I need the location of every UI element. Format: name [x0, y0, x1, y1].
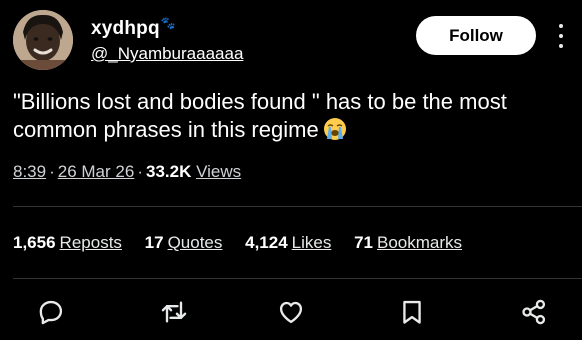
divider — [13, 278, 582, 279]
views-label[interactable]: Views — [196, 162, 241, 181]
meta-separator: · — [137, 162, 143, 181]
author-handle[interactable]: @_Nyamburaaaaaa — [91, 44, 243, 64]
display-name-text: xydhpq — [91, 18, 160, 39]
tweet-detail: xydhpq🐾 @_Nyamburaaaaaa Follow "Billions… — [0, 0, 582, 340]
bookmarks-stat[interactable]: 71 Bookmarks — [354, 233, 462, 253]
quotes-label: Quotes — [167, 233, 223, 252]
engagement-stats: 1,656 Reposts 17 Quotes 4,124 Likes 71 Bookm… — [13, 233, 480, 253]
loudly-crying-face-icon — [323, 118, 346, 140]
likes-stat[interactable]: 4,124 Likes — [245, 233, 331, 253]
reply-icon[interactable] — [37, 298, 65, 326]
meta-separator: · — [49, 162, 55, 181]
bookmark-icon[interactable] — [398, 298, 426, 326]
tweet-time[interactable]: 8:39 — [13, 162, 46, 181]
avatar[interactable] — [13, 10, 73, 70]
retweet-icon[interactable] — [160, 298, 188, 326]
bookmarks-label: Bookmarks — [377, 233, 463, 252]
quotes-stat[interactable]: 17 Quotes — [145, 233, 223, 253]
tweet-date[interactable]: 26 Mar 26 — [58, 162, 135, 181]
tweet-body: "Billions lost and bodies found " has to… — [13, 89, 507, 142]
divider — [13, 206, 582, 207]
views-count: 33.2K — [145, 162, 192, 181]
share-icon[interactable] — [520, 298, 548, 326]
likes-count: 4,124 — [245, 233, 288, 252]
reposts-stat[interactable]: 1,656 Reposts — [13, 233, 122, 253]
quotes-count: 17 — [144, 233, 164, 252]
likes-label: Likes — [291, 233, 332, 252]
tweet-meta: 8:39 · 26 Mar 26 · 33.2K Views — [13, 162, 241, 182]
paw-prints-icon: 🐾 — [160, 16, 176, 30]
avatar-image — [13, 10, 73, 70]
like-icon[interactable] — [277, 298, 305, 326]
bookmarks-count: 71 — [354, 233, 374, 252]
more-options-icon[interactable] — [555, 24, 567, 48]
reposts-label: Reposts — [59, 233, 122, 252]
author-display-name[interactable]: xydhpq🐾 — [91, 16, 176, 40]
follow-button[interactable]: Follow — [416, 16, 536, 55]
tweet-text: "Billions lost and bodies found " has to… — [13, 88, 573, 144]
reposts-count: 1,656 — [13, 233, 56, 252]
